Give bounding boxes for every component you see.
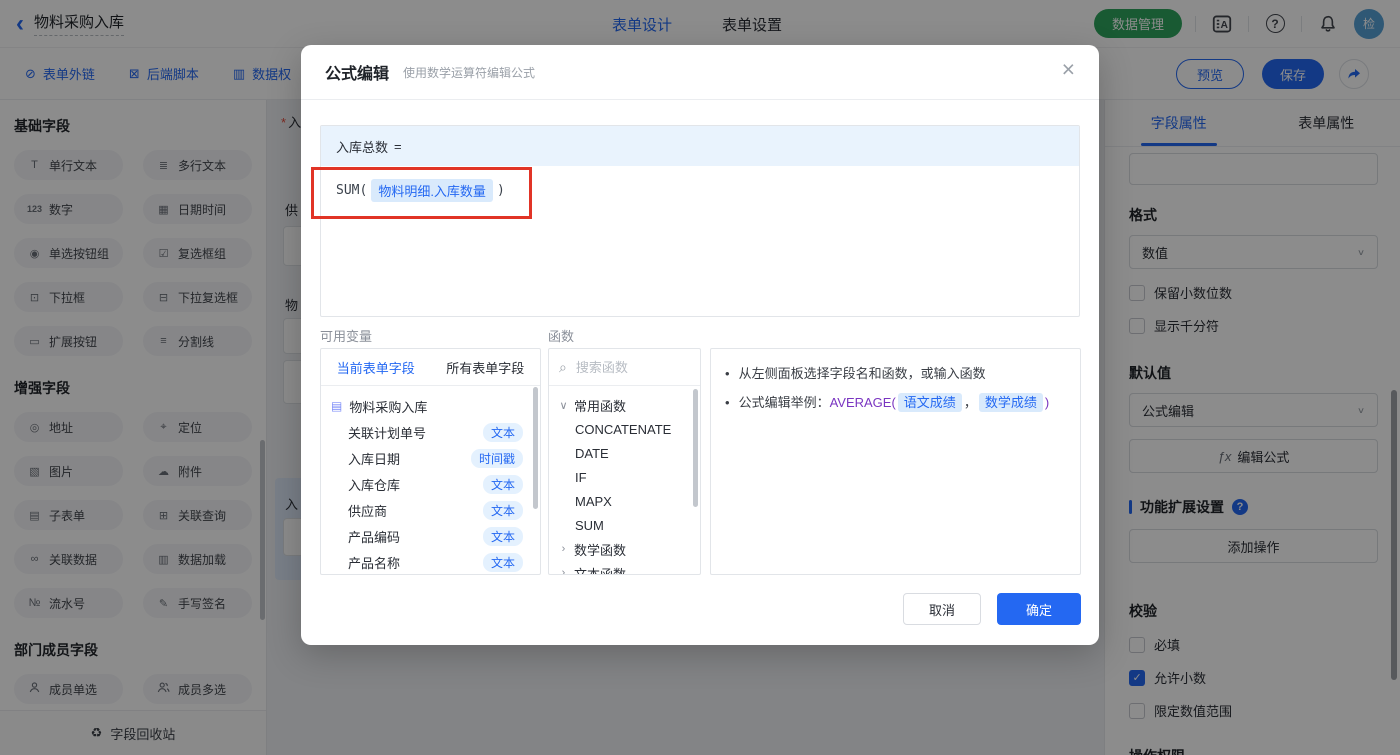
function-group[interactable]: › 数学函数 [549,537,700,561]
tab-current-form-fields[interactable]: 当前表单字段 [321,349,431,385]
chevron-open-icon: ∨ [559,399,568,412]
field-type-badge: 文本 [482,474,523,494]
tree-field-node[interactable]: 入库仓库 文本 [321,471,540,497]
function-item[interactable]: DATE [549,441,700,465]
tip-line: • 从左侧面板选择字段名和函数，或输入函数 [725,364,1066,384]
confirm-button[interactable]: 确定 [997,593,1081,625]
tab-all-form-fields[interactable]: 所有表单字段 [431,349,541,385]
bullet-icon: • [725,395,730,410]
function-group[interactable]: ∨ 常用函数 [549,393,700,417]
functions-panel: ⌕ ∨常用函数 CONCATENATE DATE IF MAPX SUM ›数学… [548,348,701,575]
tree-field-node[interactable]: 产品编码 文本 [321,523,540,549]
function-group[interactable]: › 文本函数 [549,561,700,575]
close-icon[interactable]: × [1062,58,1075,81]
function-item[interactable]: CONCATENATE [549,417,700,441]
tree-field-node[interactable]: 入库日期 时间戳 [321,445,540,471]
formula-fn-open: SUM( [336,183,368,198]
tip-example: 公式编辑举例：AVERAGE(语文成绩，数学成绩) [738,393,1050,412]
field-type-badge: 时间戳 [470,448,523,468]
tip-line: • 公式编辑举例：AVERAGE(语文成绩，数学成绩) [725,393,1066,413]
functions-label: 函数 [548,329,575,344]
tree-field-node[interactable]: 产品名称 文本 [321,549,540,574]
tips-content: • 从左侧面板选择字段名和函数，或输入函数 • 公式编辑举例：AVERAGE(语… [711,349,1080,437]
search-icon: ⌕ [559,358,567,375]
tree-field-node[interactable]: 供应商 文本 [321,497,540,523]
example-chip: 语文成绩 [897,393,962,412]
functions-scrollbar[interactable] [693,389,698,507]
function-item[interactable]: SUM [549,513,700,537]
variables-tree: ▤ 物料采购入库 关联计划单号 文本 入库日期 时间戳 入库仓库 文本 供应商 文本 产… [321,386,540,574]
variables-scrollbar[interactable] [533,387,538,509]
variables-panel: 当前表单字段 所有表单字段 ▤ 物料采购入库 关联计划单号 文本 入库日期 时间戳 … [320,348,541,575]
chevron-closed-icon: › [561,567,566,575]
field-type-badge: 文本 [482,422,523,442]
functions-tree: ∨ 常用函数 CONCATENATE DATE IF MAPX SUM › 数学函数… [549,386,700,575]
variables-label: 可用变量 [320,329,373,344]
formula-edit-modal: 公式编辑 使用数学运算符编辑公式 × 入库总数 = SUM( 物料明细.入库数量… [301,45,1099,645]
function-item[interactable]: MAPX [549,489,700,513]
tree-field-node[interactable]: 关联计划单号 文本 [321,419,540,445]
modal-title: 公式编辑 [325,66,390,83]
modal-subtitle: 使用数学运算符编辑公式 [403,65,536,80]
field-type-badge: 文本 [482,500,523,520]
formula-target-bar: 入库总数 = [321,126,1079,166]
function-search[interactable]: ⌕ [549,349,700,386]
formula-fn-close: ) [496,183,505,198]
function-item[interactable]: IF [549,465,700,489]
cancel-button[interactable]: 取消 [903,593,981,625]
variables-tabs: 当前表单字段 所有表单字段 [321,349,540,386]
example-function: AVERAGE( [829,395,896,410]
app-screen: ‹ 物料采购入库 表单设计 表单设置 数据管理 A ? 检 ⊘ 表单外链 ⊠ 后… [0,0,1400,755]
example-chip: 数学成绩 [978,393,1043,412]
function-search-input[interactable] [573,358,690,376]
chevron-closed-icon: › [561,543,566,555]
modal-header: 公式编辑 使用数学运算符编辑公式 [301,45,1099,100]
field-type-badge: 文本 [482,526,523,546]
field-type-badge: 文本 [482,552,523,572]
formula-editor[interactable]: 入库总数 = SUM( 物料明细.入库数量 ) [320,125,1080,317]
field-chip: 物料明细.入库数量 [371,179,493,202]
bullet-icon: • [725,366,730,381]
form-doc-icon: ▤ [331,399,343,413]
formula-expression[interactable]: SUM( 物料明细.入库数量 ) [321,166,1079,215]
tree-form-node[interactable]: ▤ 物料采购入库 [321,393,540,419]
tips-panel: • 从左侧面板选择字段名和函数，或输入函数 • 公式编辑举例：AVERAGE(语… [710,348,1081,575]
